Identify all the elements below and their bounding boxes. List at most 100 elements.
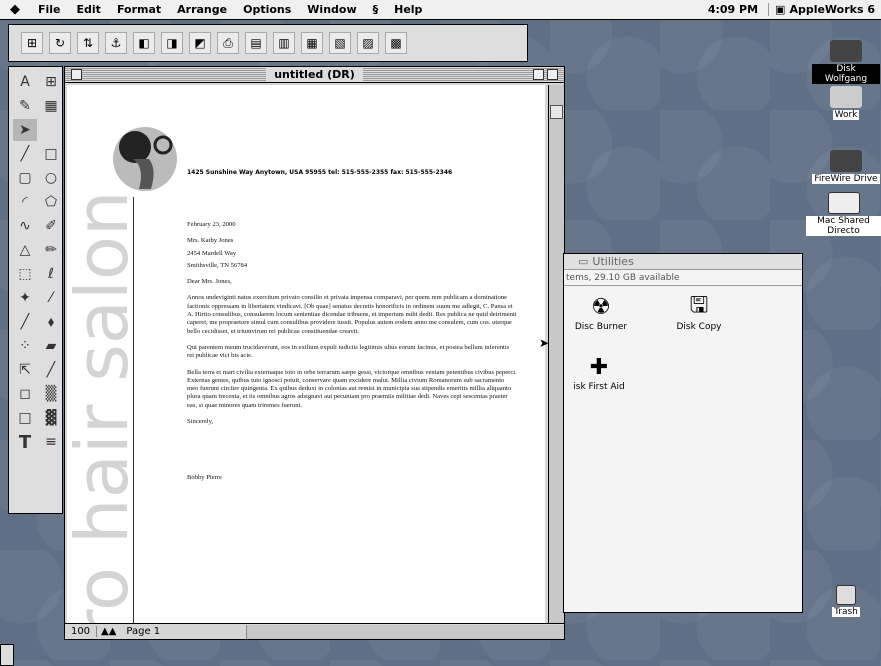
toolbar-print-icon[interactable]: ⎙ — [217, 32, 239, 54]
toolbar-button-5[interactable]: ◧ — [133, 32, 155, 54]
toolbar-rotate-icon[interactable]: ↻ — [49, 32, 71, 54]
document-titlebar[interactable]: untitled (DR) — [65, 67, 564, 83]
desktop-icon-mac-shared-directory[interactable]: Mac Shared Directo — [806, 192, 881, 236]
disc-burner-icon: ☢ — [591, 294, 611, 320]
pen-color-swatch[interactable]: □ — [13, 407, 37, 429]
line-paint-tool-icon[interactable]: ╱ — [13, 311, 37, 333]
menu-format[interactable]: Format — [109, 3, 169, 16]
utility-item-disk-copy[interactable]: 🖫 Disk Copy — [664, 293, 734, 332]
menu-edit[interactable]: Edit — [69, 3, 109, 16]
desktop-icon-label: Mac Shared Directo — [806, 216, 881, 236]
utility-item-label: Disk Copy — [676, 322, 722, 332]
marquee-tool-icon[interactable]: ⬚ — [13, 263, 37, 285]
document-page[interactable]: ro hair salon 1425 Sunshine Way Anytown,… — [67, 85, 545, 625]
desktop-icon-trash[interactable]: Trash — [826, 585, 866, 617]
select-tool-icon[interactable]: ⇱ — [13, 359, 37, 381]
menu-window[interactable]: Window — [299, 3, 364, 16]
toolbar-anchor-icon[interactable]: ⚓ — [105, 32, 127, 54]
page-indicator[interactable]: Page 1 — [120, 626, 166, 637]
oval-tool-icon[interactable]: ○ — [39, 167, 63, 189]
tool-palette: A ⊞ ✎ ▦ ➤ ╱ □ ▢ ○ ◜ ⬠ ∿ ✐ △ ✏ ⬚ ℓ ✦ ⁄ ╱ … — [8, 66, 63, 514]
paragraph-1: Annos undeviginti natus exercitum privat… — [187, 294, 517, 335]
document-title: untitled (DR) — [266, 68, 363, 81]
utility-item-disc-burner[interactable]: ☢ Disc Burner — [566, 294, 636, 333]
rounded-rect-tool-icon[interactable]: ▢ — [13, 167, 37, 189]
scripts-menu-icon[interactable]: § — [365, 3, 387, 16]
line-width-icon[interactable]: ≡ — [39, 431, 63, 453]
utilities-title: Utilities — [592, 255, 634, 268]
desktop-icon-label: Work — [832, 110, 860, 120]
utility-item-label: isk First Aid — [573, 382, 625, 392]
menu-help[interactable]: Help — [386, 3, 430, 16]
button-bar: ⊞ ↻ ⇅ ⚓ ◧ ◨ ◩ ⎙ ▤ ▥ ▦ ▧ ▨ ▩ — [8, 24, 528, 62]
apple-menu-icon[interactable]: ◆ — [0, 2, 30, 17]
menu-arrange[interactable]: Arrange — [169, 3, 235, 16]
toolbar-button-6[interactable]: ◨ — [161, 32, 183, 54]
triangle-tool-icon[interactable]: △ — [13, 239, 37, 261]
text-color-icon[interactable]: T — [13, 431, 37, 453]
toolbar-button-13[interactable]: ▨ — [357, 32, 379, 54]
desktop-icon-disk-wolfgang[interactable]: Disk Wolfgang — [812, 40, 880, 84]
utility-item-disk-first-aid[interactable]: ✚ isk First Aid — [564, 354, 634, 393]
letter-body: February 23, 2000 Mrs. Kathy Jones 2454 … — [187, 221, 517, 491]
margin-rule — [133, 197, 134, 625]
table-tool-icon[interactable]: ▦ — [39, 95, 63, 117]
eraser-tool-icon[interactable]: ▰ — [39, 335, 63, 357]
recipient-name: Mrs. Kathy Jones — [187, 237, 234, 245]
toolbar-button-1[interactable]: ⊞ — [21, 32, 43, 54]
text-tool-icon[interactable]: A — [13, 71, 37, 93]
blank-tool — [39, 119, 63, 141]
slash-tool-icon[interactable]: ╱ — [39, 359, 63, 381]
rectangle-tool-icon[interactable]: □ — [39, 143, 63, 165]
brush-tool-icon[interactable]: ⁄ — [39, 287, 63, 309]
zoom-box-icon[interactable] — [533, 69, 544, 80]
toolbar-button-12[interactable]: ▧ — [329, 32, 351, 54]
paragraph-3: Bella terra et mari civilia externaque t… — [187, 368, 517, 409]
horizontal-scrollbar[interactable] — [246, 624, 564, 639]
toolbar-button-10[interactable]: ▥ — [273, 32, 295, 54]
toolbar-button-11[interactable]: ▦ — [301, 32, 323, 54]
recipient-city: Smithsville, TN 56784 — [187, 261, 248, 269]
toolbar-button-3[interactable]: ⇅ — [77, 32, 99, 54]
toolbar-button-7[interactable]: ◩ — [189, 32, 211, 54]
desktop-icon-firewire-drive[interactable]: FireWire Drive — [812, 150, 880, 184]
vertical-scrollbar[interactable] — [548, 85, 564, 625]
eyedropper-tool-icon[interactable]: ✐ — [39, 215, 63, 237]
bucket-tool-icon[interactable]: ⬧ — [39, 311, 63, 333]
paint-tool-icon[interactable]: ✎ — [13, 95, 37, 117]
pencil-tool-icon[interactable]: ✏ — [39, 239, 63, 261]
freehand-tool-icon[interactable]: ∿ — [13, 215, 37, 237]
mouse-cursor-icon: ➤ — [539, 336, 550, 350]
toolbar-button-9[interactable]: ▤ — [245, 32, 267, 54]
menubar-clock[interactable]: 4:09 PM — [698, 3, 770, 16]
application-name: AppleWorks 6 — [789, 3, 875, 16]
scroll-thumb[interactable] — [550, 105, 563, 119]
zoom-level[interactable]: 100 — [65, 626, 97, 637]
polygon-tool-icon[interactable]: ⬠ — [39, 191, 63, 213]
wand-tool-icon[interactable]: ✦ — [13, 287, 37, 309]
application-menu[interactable]: ▣ AppleWorks 6 — [769, 3, 881, 16]
folder-icon — [830, 86, 862, 108]
spreadsheet-tool-icon[interactable]: ⊞ — [39, 71, 63, 93]
menu-options[interactable]: Options — [235, 3, 299, 16]
menu-file[interactable]: File — [30, 3, 69, 16]
disk-first-aid-icon: ✚ — [589, 354, 609, 380]
desktop-icon-work[interactable]: Work — [812, 86, 880, 120]
windowshade-box-icon[interactable] — [547, 69, 558, 80]
pointer-tool-icon[interactable]: ➤ — [13, 119, 37, 141]
line-tool-icon[interactable]: ╱ — [13, 143, 37, 165]
appleworks-icon: ▣ — [775, 3, 786, 16]
fill-color-swatch[interactable]: ◻ — [13, 383, 37, 405]
pen-pattern-icon[interactable]: ▓ — [39, 407, 63, 429]
toolbar-button-14[interactable]: ▩ — [385, 32, 407, 54]
spray-tool-icon[interactable]: ⁘ — [13, 335, 37, 357]
arc-tool-icon[interactable]: ◜ — [13, 191, 37, 213]
utilities-titlebar[interactable]: ▭ Utilities — [564, 254, 802, 270]
lasso-tool-icon[interactable]: ℓ — [39, 263, 63, 285]
recipient-street: 2454 Mardell Way — [187, 249, 237, 257]
window-tab-icon[interactable] — [0, 644, 14, 666]
utilities-window: ▭ Utilities tems, 29.10 GB available ☢ D… — [563, 253, 803, 613]
close-box-icon[interactable] — [71, 69, 82, 80]
fill-pattern-icon[interactable]: ▒ — [39, 383, 63, 405]
zoom-controls-icon[interactable]: ▲▲ — [97, 626, 120, 637]
